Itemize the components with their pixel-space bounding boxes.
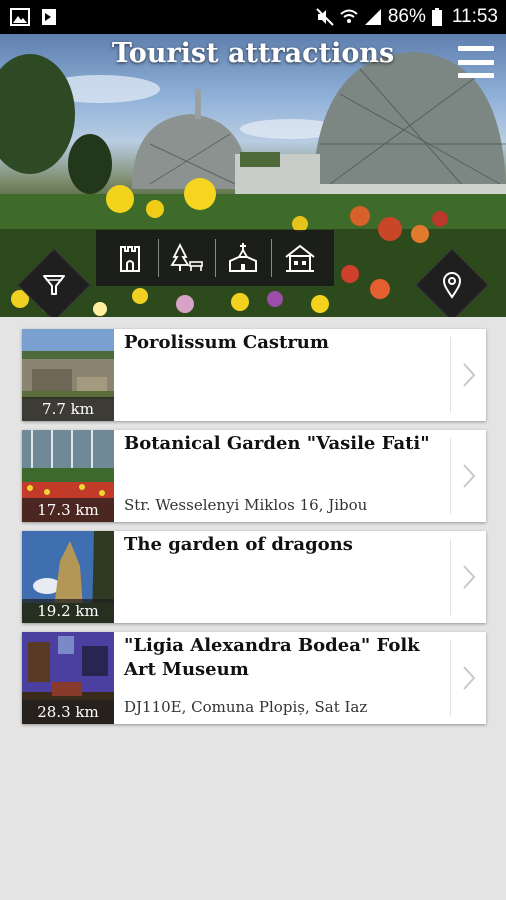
open-details-button[interactable] [450,337,486,413]
attraction-card[interactable]: 28.3 km "Ligia Alexandra Bodea" Folk Art… [22,632,486,724]
attraction-thumbnail: 28.3 km [22,632,114,724]
attraction-info: "Ligia Alexandra Bodea" Folk Art Museum … [114,632,450,724]
attraction-name: "Ligia Alexandra Bodea" Folk Art Museum [124,635,420,680]
attraction-info: Porolissum Castrum [114,329,450,421]
park-icon [170,243,203,271]
system-status: 86% 11:53 [316,6,498,28]
castle-icon [119,246,140,272]
battery-percentage: 86% [387,6,426,27]
menu-bar-line [458,59,494,65]
attractions-list: 7.7 km Porolissum Castrum 17.3 km Botani… [22,329,486,733]
category-museum-button[interactable] [272,235,328,281]
chevron-right-icon [462,363,475,387]
battery-icon [431,8,442,26]
category-filter-bar [96,230,334,286]
distance-label: 7.7 km [22,397,114,421]
distance-label: 17.3 km [22,498,114,522]
category-castle-button[interactable] [102,235,158,281]
filter-icon [43,275,65,295]
attraction-address: Str. Wesselenyi Miklos 16, Jibou [124,496,368,514]
flag-notification-icon [42,9,56,25]
wifi-icon [340,9,358,23]
mute-icon [316,8,334,26]
signal-icon [364,9,381,25]
notification-icons [10,8,58,26]
attraction-card[interactable]: 7.7 km Porolissum Castrum [22,329,486,421]
attraction-thumbnail: 17.3 km [22,430,114,522]
page-title: Tourist attractions [111,38,395,69]
attraction-name: The garden of dragons [124,534,353,555]
open-details-button[interactable] [450,438,486,514]
image-notification-icon [10,8,30,26]
museum-icon [285,244,315,272]
chevron-right-icon [462,565,475,589]
open-details-button[interactable] [450,539,486,615]
attraction-thumbnail: 7.7 km [22,329,114,421]
open-details-button[interactable] [450,640,486,716]
attraction-name: Porolissum Castrum [124,332,329,353]
attraction-card[interactable]: 17.3 km Botanical Garden "Vasile Fati" S… [22,430,486,522]
location-pin-icon [442,272,462,299]
attraction-name: Botanical Garden "Vasile Fati" [124,433,430,454]
menu-bar-line [458,46,494,51]
category-park-button[interactable] [159,235,215,281]
hamburger-menu-button[interactable] [458,46,494,78]
attraction-info: The garden of dragons [114,531,450,623]
distance-label: 28.3 km [22,700,114,724]
attraction-info: Botanical Garden "Vasile Fati" Str. Wess… [114,430,450,522]
distance-label: 19.2 km [22,599,114,623]
hero-banner: Tourist attractions [0,34,506,317]
chevron-right-icon [462,666,475,690]
menu-bar-line [458,73,494,78]
attraction-address: DJ110E, Comuna Plopiș, Sat Iaz [124,698,368,716]
church-icon [229,243,258,272]
chevron-right-icon [462,464,475,488]
status-bar: 86% 11:53 [0,0,506,34]
clock: 11:53 [451,6,498,27]
attraction-card[interactable]: 19.2 km The garden of dragons [22,531,486,623]
category-church-button[interactable] [216,235,272,281]
attraction-thumbnail: 19.2 km [22,531,114,623]
